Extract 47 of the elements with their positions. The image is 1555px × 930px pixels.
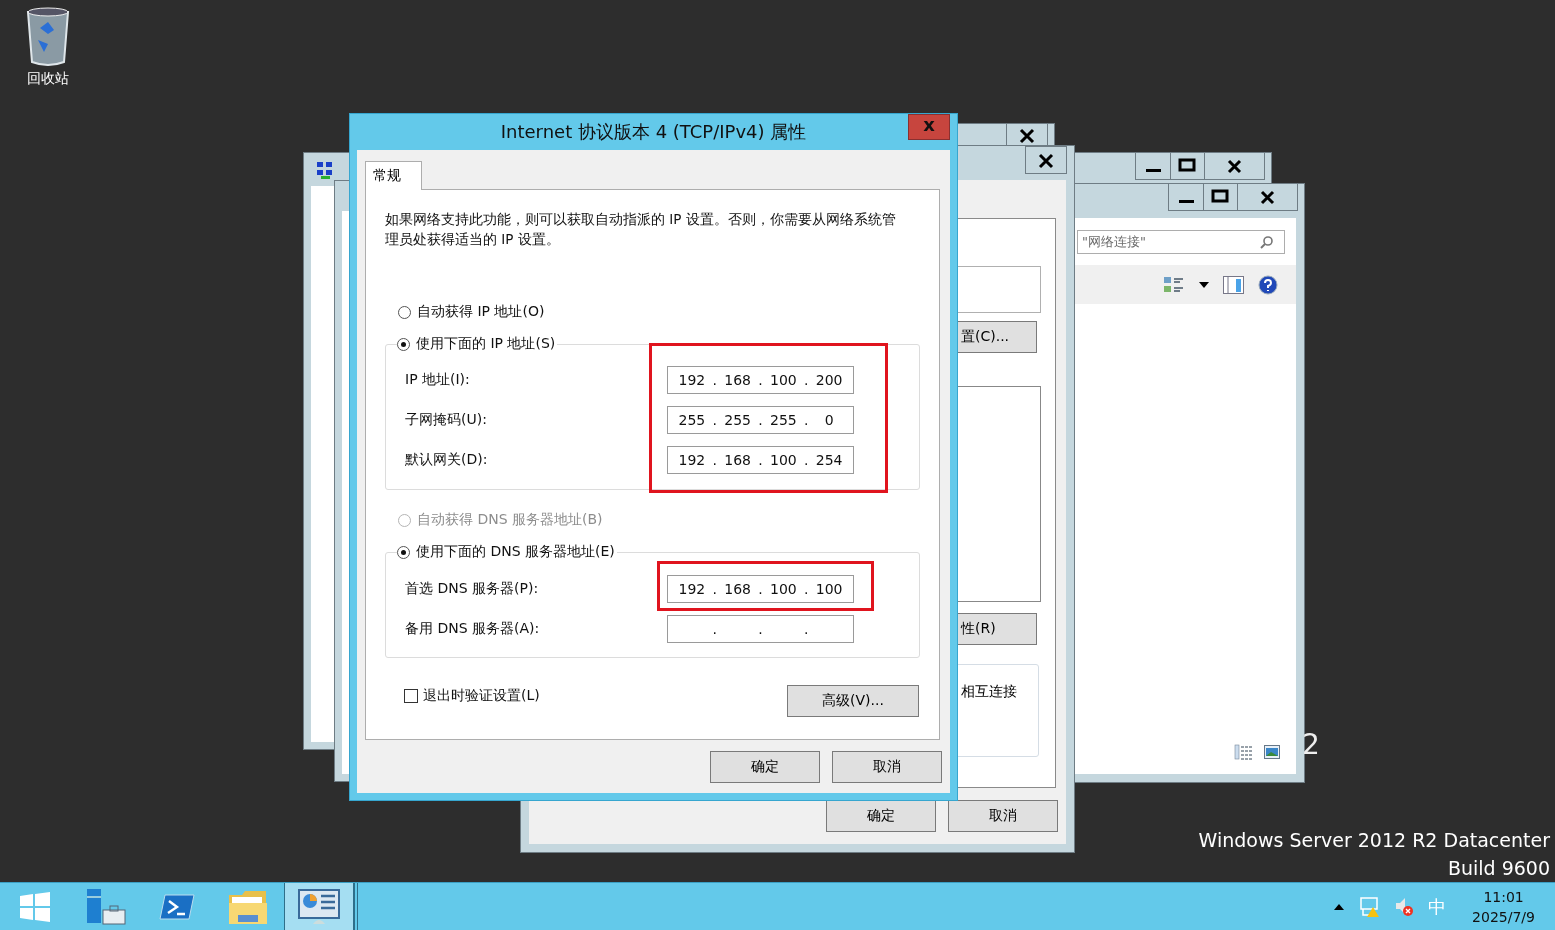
icon-label: 回收站 xyxy=(27,70,69,88)
field-label: 子网掩码(U): xyxy=(404,411,488,429)
tab[interactable]: 常规 xyxy=(365,161,422,190)
field-label: IP 地址(I): xyxy=(404,371,471,389)
edition-text: Build 9600 xyxy=(1447,856,1550,881)
radio-button[interactable] xyxy=(397,545,410,559)
field-label: 默认网关(D): xyxy=(404,451,489,469)
radio-button[interactable] xyxy=(397,337,410,351)
window-title: Internet 协议版本 4 (TCP/IPv4) 属性 xyxy=(500,120,807,144)
checkbox[interactable] xyxy=(404,689,418,703)
search-icon[interactable] xyxy=(1260,235,1274,249)
large-icons-view-icon[interactable] xyxy=(1264,745,1280,759)
desktop-text: 2 xyxy=(1302,728,1320,761)
preview-pane-icon[interactable] xyxy=(1223,275,1244,294)
dialog-button[interactable]: 确定 xyxy=(826,800,936,832)
close-button[interactable]: x xyxy=(908,114,950,140)
field-label: 备用 DNS 服务器(A): xyxy=(404,620,541,638)
view-options-icon[interactable] xyxy=(1163,275,1185,294)
dialog-button[interactable]: 取消 xyxy=(832,751,942,783)
powershell-icon[interactable] xyxy=(159,892,195,921)
description-text: 如果网络支持此功能，则可以获取自动指派的 IP 设置。否则，你需要从网络系统管理员处获得适当的 IP 设置。 xyxy=(385,210,897,249)
advanced-button[interactable]: 高级(V)... xyxy=(787,685,919,717)
ip-address-field[interactable]: 255 . 255 . 255 . 0 xyxy=(667,406,854,434)
clock[interactable]: 11:01 2025/7/9 xyxy=(1472,886,1535,927)
radio-button[interactable] xyxy=(398,305,411,319)
ip-address-field[interactable]: 192 . 168 . 100 . 200 xyxy=(667,366,854,394)
search-field[interactable]: "网络连接" xyxy=(1077,230,1285,254)
details-view-icon[interactable] xyxy=(1234,744,1254,760)
folder-icon[interactable] xyxy=(228,888,268,925)
dropdown-arrow-icon[interactable] xyxy=(1199,281,1209,288)
help-icon[interactable] xyxy=(1258,274,1278,295)
description-text: 相互连接 xyxy=(961,683,1017,699)
edition-text: Windows Server 2012 R2 Datacenter xyxy=(1198,828,1550,853)
field-label: 首选 DNS 服务器(P): xyxy=(404,580,540,598)
network-icon xyxy=(316,161,334,179)
dialog-button[interactable]: 取消 xyxy=(948,800,1058,832)
ip-address-field[interactable]: 192 . 168 . 100 . 100 xyxy=(667,575,854,603)
ip-address-field[interactable]: 192 . 168 . 100 . 254 xyxy=(667,446,854,474)
server-toolbox-icon[interactable] xyxy=(85,887,127,926)
start-icon[interactable] xyxy=(19,890,51,923)
ip-address-field[interactable]: . . . xyxy=(667,615,854,643)
checkbox-label[interactable]: 退出时验证设置(L) xyxy=(423,687,540,705)
recycle-bin-icon[interactable] xyxy=(24,6,72,66)
dialog-button[interactable]: 确定 xyxy=(710,751,820,783)
show-hidden-icons-icon[interactable] xyxy=(1334,903,1345,910)
network-settings-icon[interactable] xyxy=(298,888,340,925)
radio-label[interactable]: 自动获得 IP 地址(O) xyxy=(417,303,545,321)
